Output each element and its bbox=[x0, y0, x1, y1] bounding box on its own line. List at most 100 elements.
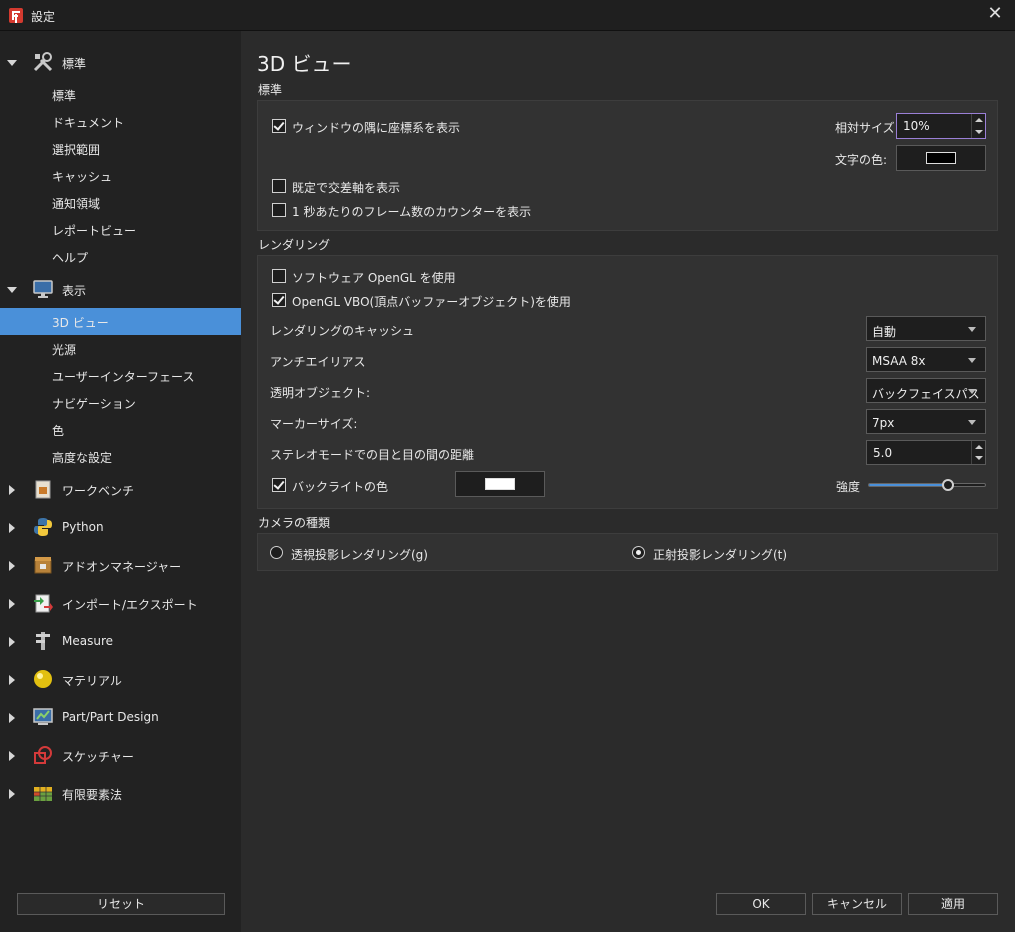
page-title: 3D ビュー bbox=[257, 52, 352, 76]
render-cache-label: レンダリングのキャッシュ bbox=[270, 324, 415, 338]
sidebar-item-notification-area[interactable]: 通知領域 bbox=[0, 189, 241, 216]
spin-down-icon[interactable] bbox=[975, 456, 983, 460]
expand-arrow-icon[interactable] bbox=[9, 523, 15, 533]
sidebar-category-measure[interactable]: Measure bbox=[0, 628, 241, 655]
sidebar-item-help[interactable]: ヘルプ bbox=[0, 243, 241, 270]
expand-arrow-icon[interactable] bbox=[9, 789, 15, 799]
perspective-label: 透視投影レンダリング(g) bbox=[291, 548, 428, 562]
sidebar-item-general[interactable]: 標準 bbox=[0, 81, 241, 108]
show-axis-default-label: 既定で交差軸を表示 bbox=[292, 181, 401, 195]
sidebar-item-selection[interactable]: 選択範囲 bbox=[0, 135, 241, 162]
eye-distance-value: 5.0 bbox=[873, 446, 893, 460]
orthographic-radio[interactable] bbox=[632, 546, 645, 559]
marker-size-select[interactable]: 7px bbox=[866, 409, 986, 434]
perspective-radio[interactable] bbox=[270, 546, 283, 559]
backlight-color-swatch bbox=[485, 478, 515, 490]
backlight-checkbox[interactable] bbox=[272, 478, 286, 492]
general-groupbox: ウィンドウの隅に座標系を表示 相対サイズ: 10% 文字の色: 既定で交差軸を表… bbox=[257, 100, 998, 231]
text-color-swatch bbox=[926, 152, 956, 164]
marker-size-label: マーカーサイズ: bbox=[270, 417, 358, 431]
ok-button[interactable]: OK bbox=[716, 893, 806, 915]
sidebar-item-navigation[interactable]: ナビゲーション bbox=[0, 389, 241, 416]
freecad-logo-icon bbox=[9, 8, 23, 23]
intensity-slider[interactable] bbox=[868, 479, 986, 491]
antialiasing-select[interactable]: MSAA 8x bbox=[866, 347, 986, 372]
sidebar-item-document[interactable]: ドキュメント bbox=[0, 108, 241, 135]
render-cache-value: 自動 bbox=[872, 325, 897, 339]
sidebar-item-advanced[interactable]: 高度な設定 bbox=[0, 443, 241, 470]
transparent-objects-select[interactable]: バックフェイスパス bbox=[866, 378, 986, 403]
show-fps-label: 1 秒あたりのフレーム数のカウンターを表示 bbox=[292, 205, 532, 219]
expand-arrow-icon[interactable] bbox=[7, 287, 17, 293]
chevron-down-icon bbox=[968, 358, 976, 363]
fem-icon bbox=[34, 787, 52, 801]
software-opengl-label: ソフトウェア OpenGL を使用 bbox=[292, 271, 456, 285]
sidebar-category-display[interactable]: 表示 bbox=[0, 276, 241, 303]
sidebar-category-import-export[interactable]: インポート/エクスポート bbox=[0, 590, 241, 617]
opengl-vbo-checkbox[interactable] bbox=[272, 293, 286, 307]
camera-groupbox: 透視投影レンダリング(g) 正射投影レンダリング(t) bbox=[257, 533, 998, 571]
sidebar-category-sketcher[interactable]: スケッチャー bbox=[0, 742, 241, 769]
import-export-icon bbox=[34, 594, 53, 613]
spin-arrows[interactable] bbox=[971, 114, 985, 138]
expand-arrow-icon[interactable] bbox=[9, 637, 15, 647]
close-icon[interactable]: ✕ bbox=[985, 4, 1005, 24]
spin-up-icon[interactable] bbox=[975, 445, 983, 449]
show-fps-checkbox[interactable] bbox=[272, 203, 286, 217]
sidebar-item-label: レポートビュー bbox=[52, 224, 137, 238]
expand-arrow-icon[interactable] bbox=[9, 751, 15, 761]
chevron-down-icon bbox=[968, 389, 976, 394]
material-icon bbox=[34, 670, 52, 688]
opengl-vbo-label: OpenGL VBO(頂点バッファーオブジェクト)を使用 bbox=[292, 295, 571, 309]
relative-size-spinbox[interactable]: 10% bbox=[896, 113, 986, 139]
sidebar-item-3d-view[interactable]: 3D ビュー bbox=[0, 308, 241, 335]
intensity-label: 強度 bbox=[836, 480, 861, 494]
sidebar-item-report-view[interactable]: レポートビュー bbox=[0, 216, 241, 243]
sidebar-category-part-design[interactable]: Part/Part Design bbox=[0, 704, 241, 731]
spin-down-icon[interactable] bbox=[975, 130, 983, 134]
software-opengl-checkbox[interactable] bbox=[272, 269, 286, 283]
text-color-button[interactable] bbox=[896, 145, 986, 171]
sidebar-item-colors[interactable]: 色 bbox=[0, 416, 241, 443]
expand-arrow-icon[interactable] bbox=[9, 485, 15, 495]
general-section-label: 標準 bbox=[258, 83, 283, 97]
rendering-groupbox: ソフトウェア OpenGL を使用 OpenGL VBO(頂点バッファーオブジェ… bbox=[257, 255, 998, 509]
sidebar-category-workbench[interactable]: ワークベンチ bbox=[0, 476, 241, 503]
spin-up-icon[interactable] bbox=[975, 118, 983, 122]
reset-button[interactable]: リセット bbox=[17, 893, 225, 915]
show-axis-cross-checkbox[interactable] bbox=[272, 119, 286, 133]
expand-arrow-icon[interactable] bbox=[9, 561, 15, 571]
sidebar-item-label: 通知領域 bbox=[52, 197, 101, 211]
spin-arrows[interactable] bbox=[971, 441, 985, 464]
expand-arrow-icon[interactable] bbox=[9, 599, 15, 609]
sidebar-category-material[interactable]: マテリアル bbox=[0, 666, 241, 693]
eye-distance-spinbox[interactable]: 5.0 bbox=[866, 440, 986, 465]
expand-arrow-icon[interactable] bbox=[9, 675, 15, 685]
intensity-slider-handle[interactable] bbox=[941, 479, 954, 491]
expand-arrow-icon[interactable] bbox=[9, 713, 15, 723]
sidebar-category-fem[interactable]: 有限要素法 bbox=[0, 780, 241, 807]
sidebar-category-general[interactable]: 標準 bbox=[0, 49, 241, 76]
sidebar-category-addon-manager[interactable]: アドオンマネージャー bbox=[0, 552, 241, 579]
sidebar-item-user-interface[interactable]: ユーザーインターフェース bbox=[0, 362, 241, 389]
relative-size-value: 10% bbox=[903, 119, 930, 133]
sidebar-item-label: 光源 bbox=[52, 343, 77, 357]
expand-arrow-icon[interactable] bbox=[7, 60, 17, 66]
sidebar-item-label: キャッシュ bbox=[52, 170, 113, 184]
sketcher-icon bbox=[34, 746, 52, 764]
apply-button[interactable]: 適用 bbox=[908, 893, 998, 915]
intensity-slider-fill bbox=[869, 484, 948, 486]
sidebar-item-cache[interactable]: キャッシュ bbox=[0, 162, 241, 189]
sidebar-category-label: 表示 bbox=[62, 284, 87, 298]
transparent-objects-label: 透明オブジェクト: bbox=[270, 386, 371, 400]
cancel-button[interactable]: キャンセル bbox=[812, 893, 902, 915]
backlight-color-button[interactable] bbox=[455, 471, 545, 497]
show-axis-default-checkbox[interactable] bbox=[272, 179, 286, 193]
sidebar-item-label: 色 bbox=[52, 424, 65, 438]
sidebar-item-light-sources[interactable]: 光源 bbox=[0, 335, 241, 362]
render-cache-select[interactable]: 自動 bbox=[866, 316, 986, 341]
sidebar-category-python[interactable]: Python bbox=[0, 514, 241, 541]
part-design-icon bbox=[33, 708, 53, 725]
addon-manager-icon bbox=[34, 557, 52, 574]
antialiasing-value: MSAA 8x bbox=[872, 354, 926, 368]
